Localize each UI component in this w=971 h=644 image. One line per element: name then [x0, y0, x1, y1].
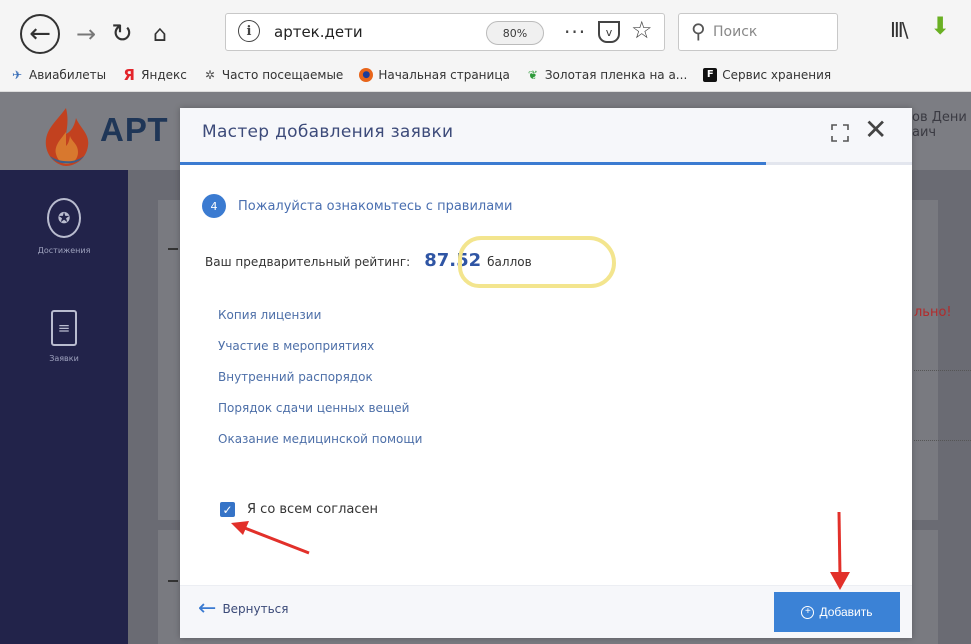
more-actions-icon[interactable]: ··· — [564, 20, 586, 44]
sidebar-item-applications[interactable]: ≡ Заявки — [0, 310, 128, 363]
close-icon[interactable]: ✕ — [864, 116, 887, 144]
info-icon[interactable]: i — [238, 20, 260, 42]
gear-icon: ✲ — [204, 67, 215, 82]
bookmark-item[interactable]: F Сервис хранения — [703, 67, 831, 82]
add-application-wizard: Мастер добавления заявки ✕ 4 Пожалуйста … — [180, 108, 912, 638]
divider — [168, 580, 178, 582]
home-button[interactable]: ⌂ — [146, 18, 174, 50]
forward-button[interactable]: → — [72, 18, 100, 50]
divider — [168, 248, 178, 250]
step-header: 4 Пожалуйста ознакомьтесь с правилами — [202, 194, 512, 218]
agree-checkbox[interactable]: ✓ — [220, 502, 235, 517]
user-name[interactable]: ов Дени аич — [912, 110, 971, 140]
rule-link[interactable]: Порядок сдачи ценных вещей — [218, 401, 422, 415]
search-icon: ⚲ — [691, 19, 706, 43]
document-icon: ≡ — [51, 310, 77, 346]
divider — [914, 370, 971, 371]
modal-footer: ← Вернуться + Добавить — [180, 585, 912, 638]
arrow-left-icon: ← — [198, 596, 217, 621]
star-icon[interactable]: ☆ — [631, 16, 653, 44]
step-title: Пожалуйста ознакомьтесь с правилами — [238, 198, 513, 214]
pocket-icon[interactable]: v — [598, 21, 620, 43]
yandex-icon: Я — [123, 65, 135, 84]
bookmark-item[interactable]: ✈ Авиабилеты — [10, 68, 106, 82]
rule-link[interactable]: Копия лицензии — [218, 308, 422, 322]
bookmark-item[interactable]: ❦ Золотая пленка на а... — [526, 68, 687, 82]
bookmarks-bar: ✈ Авиабилеты Я Яндекс ✲ Часто посещаемые ● Н… — [0, 58, 971, 92]
zoom-indicator[interactable]: 80% — [486, 21, 544, 45]
url-text[interactable]: артек.дети — [274, 23, 363, 41]
rules-list: Копия лицензии Участие в мероприятиях Вн… — [218, 308, 422, 463]
divider — [914, 440, 971, 441]
rule-link[interactable]: Участие в мероприятиях — [218, 339, 422, 353]
reload-icon: ↻ — [111, 19, 133, 49]
arrow-left-icon: ← — [29, 19, 51, 49]
address-bar[interactable]: i артек.дети 80% ··· v ☆ — [225, 13, 665, 51]
bookmark-item[interactable]: ✲ Часто посещаемые — [203, 68, 343, 82]
modal-header: Мастер добавления заявки ✕ — [180, 108, 912, 162]
sidebar: ✪ Достижения ≡ Заявки — [0, 170, 128, 644]
library-icon[interactable]: III\ — [890, 18, 908, 42]
back-label: Вернуться — [222, 602, 289, 616]
add-label: Добавить — [819, 605, 873, 619]
rating-highlight-annotation — [458, 236, 616, 288]
award-icon: ✪ — [47, 198, 81, 238]
back-button[interactable]: ← — [20, 14, 60, 54]
agree-checkbox-row[interactable]: ✓ Я со всем согласен — [220, 502, 378, 517]
leaf-icon: ❦ — [527, 67, 538, 82]
f-box-icon: F — [703, 67, 718, 82]
rule-link[interactable]: Внутренний распорядок — [218, 370, 422, 384]
browser-toolbar: ← → ↻ ⌂ i артек.дети 80% ··· v ☆ ⚲ Поиск… — [0, 0, 971, 58]
download-icon[interactable]: ⬇ — [930, 12, 950, 40]
warning-text: льно! — [914, 305, 952, 320]
wizard-progress — [180, 162, 912, 165]
modal-title: Мастер добавления заявки — [202, 122, 454, 142]
expand-icon[interactable] — [830, 123, 850, 143]
rule-link[interactable]: Оказание медицинской помощи — [218, 432, 422, 446]
arrow-right-icon: → — [75, 20, 97, 48]
sidebar-item-achievements[interactable]: ✪ Достижения — [0, 198, 128, 255]
agree-label[interactable]: Я со всем согласен — [247, 502, 378, 517]
add-button[interactable]: + Добавить — [774, 592, 900, 632]
search-placeholder: Поиск — [713, 24, 758, 40]
step-number-badge: 4 — [202, 194, 226, 218]
bookmark-item[interactable]: ● Начальная страница — [359, 67, 510, 82]
reload-button[interactable]: ↻ — [108, 18, 136, 50]
home-icon: ⌂ — [153, 21, 167, 47]
flame-logo-icon — [45, 108, 89, 166]
plane-icon: ✈ — [11, 67, 23, 82]
search-box[interactable]: ⚲ Поиск — [678, 13, 838, 51]
back-link[interactable]: ← Вернуться — [198, 598, 289, 620]
site-logo-text: АРТ — [100, 111, 169, 148]
bookmark-item[interactable]: Я Яндекс — [122, 65, 187, 84]
wizard-progress-fill — [180, 162, 766, 165]
firefox-icon: ● — [359, 67, 374, 82]
rating-label: Ваш предварительный рейтинг: — [205, 255, 411, 269]
plus-circle-icon: + — [801, 605, 815, 619]
